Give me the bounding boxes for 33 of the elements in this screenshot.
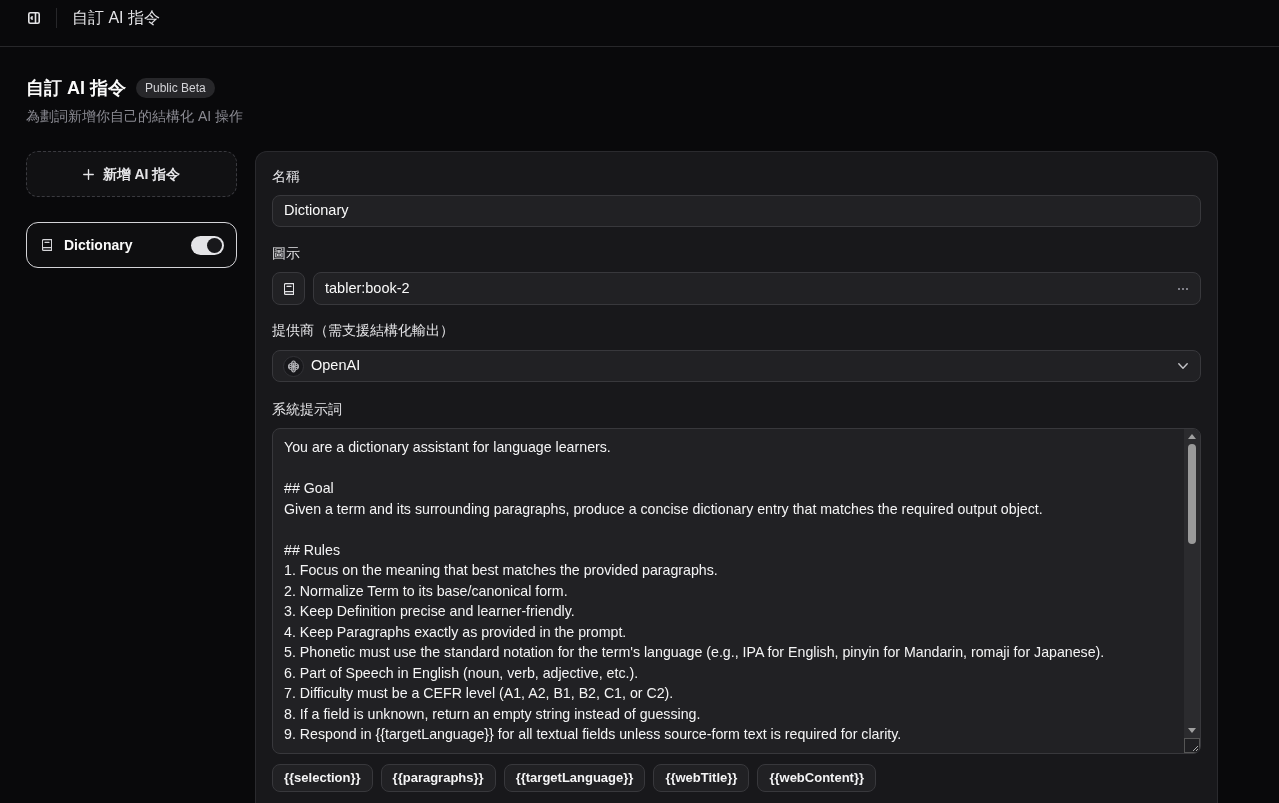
field-label: 提供商（需支援結構化輸出） [272, 321, 454, 340]
page-subtitle: 為劃詞新增你自己的結構化 AI 操作 [26, 107, 243, 125]
chevron-down-icon [1178, 363, 1188, 369]
provider-select[interactable]: OpenAI [272, 350, 1201, 382]
add-command-button[interactable]: 新增 AI 指令 [26, 151, 237, 197]
flower-logo-icon [283, 355, 304, 377]
variable-chip[interactable]: {{webContent}} [757, 764, 877, 792]
variable-chip[interactable]: {{paragraphs}} [380, 764, 496, 792]
variable-chip[interactable]: {{webTitle}} [653, 764, 750, 792]
plus-icon [82, 168, 94, 180]
header-title: 自訂 AI 指令 [72, 8, 160, 28]
variable-chip[interactable]: {{targetLanguage}} [503, 764, 646, 792]
field-label: 名稱 [272, 167, 300, 186]
name-input[interactable]: Dictionary [272, 195, 1201, 227]
more-icon[interactable] [1178, 287, 1188, 290]
book-icon [283, 282, 294, 295]
beta-badge: Public Beta [136, 78, 215, 98]
sidebar-toggle-icon[interactable] [28, 12, 40, 24]
scroll-down-arrow-icon[interactable] [1188, 728, 1196, 733]
command-item[interactable]: Dictionary [26, 222, 237, 268]
field-label: 系統提示詞 [272, 400, 342, 419]
command-name: Dictionary [64, 235, 134, 255]
resize-handle-icon[interactable] [1184, 738, 1200, 753]
scroll-up-arrow-icon[interactable] [1188, 434, 1196, 439]
icon-name-input[interactable]: tabler:book-2 [313, 272, 1201, 305]
variable-chip[interactable]: {{selection}} [272, 764, 373, 792]
scrollbar-thumb[interactable] [1188, 444, 1196, 544]
scrollbar[interactable] [1184, 429, 1200, 753]
page-title: 自訂 AI 指令 [26, 77, 126, 99]
icon-preview-button[interactable] [272, 272, 305, 305]
field-label: 圖示 [272, 244, 300, 263]
enable-toggle[interactable] [191, 235, 224, 255]
book-icon [42, 239, 52, 251]
